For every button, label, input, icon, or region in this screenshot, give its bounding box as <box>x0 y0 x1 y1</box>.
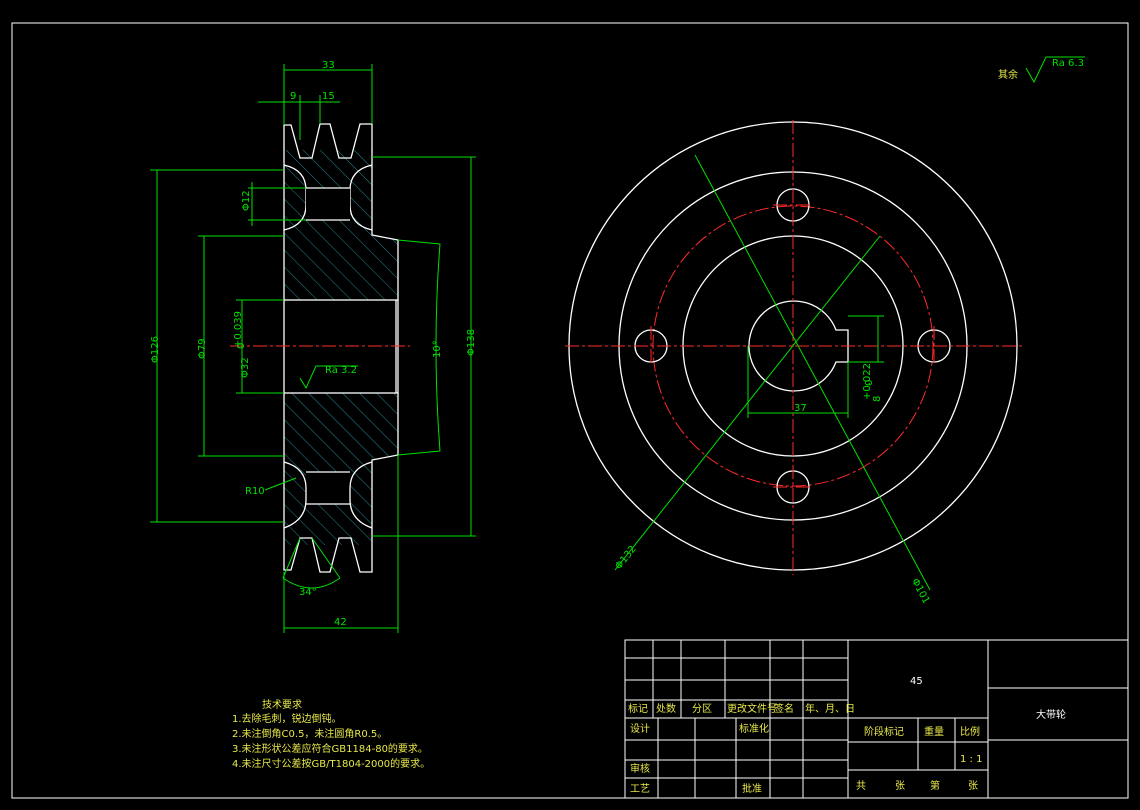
dim-dia-79: Φ79 <box>197 338 208 359</box>
approve-label: 批准 <box>742 782 762 795</box>
roughness-prefix: 其余 <box>998 68 1018 81</box>
dim-dia-132: Φ132 <box>613 544 638 572</box>
dim-dia-101: Φ101 <box>909 577 931 606</box>
dim-groove-9: 9 <box>290 91 296 102</box>
weight-label: 重量 <box>924 725 944 738</box>
section-view: 33 9 15 Φ12 Φ126 Φ79 Φ32 +0.039 0 Ra 3.2 <box>150 60 477 633</box>
section-hatch-upper <box>284 150 398 300</box>
rev-header-zone: 分区 <box>692 703 712 715</box>
rev-header-date: 年、月、日 <box>805 702 855 715</box>
sheet-no-label: 第 <box>930 779 940 792</box>
standardization-label: 标准化 <box>739 722 769 735</box>
dim-dia-126: Φ126 <box>150 336 161 363</box>
dim-keyway-37: 37 <box>794 403 807 414</box>
sheet-unit-label: 张 <box>895 780 905 792</box>
roughness-bore: Ra 3.2 <box>325 365 357 376</box>
tech-item-3: 3.未注形状公差应符合GB1184-80的要求。 <box>232 742 428 755</box>
process-label: 工艺 <box>630 783 650 795</box>
drawing-border <box>11 22 1129 799</box>
dim-angle-10: 10° <box>432 340 443 358</box>
part-name: 大带轮 <box>1036 708 1066 721</box>
dim-angle-34: 34° <box>299 587 317 598</box>
tech-item-2: 2.未注倒角C0.5，未注圆角R0.5。 <box>232 727 387 740</box>
roughness-value: Ra 6.3 <box>1052 58 1084 69</box>
dim-width-42: 42 <box>334 617 347 628</box>
rev-header-sign: 签名 <box>774 702 794 715</box>
scale-label: 比例 <box>960 725 980 738</box>
sheet-unit2-label: 张 <box>968 780 978 792</box>
material-value: 45 <box>910 676 923 687</box>
dim-width-33: 33 <box>322 60 335 71</box>
rev-header-mark: 标记 <box>628 703 648 715</box>
tech-item-1: 1.去除毛刺，锐边倒钝。 <box>232 712 342 725</box>
dim-dia-138: Φ138 <box>466 329 477 356</box>
technical-requirements: 技术要求 1.去除毛刺，锐边倒钝。 2.未注倒角C0.5，未注圆角R0.5。 3… <box>232 698 430 770</box>
tech-title: 技术要求 <box>262 698 302 711</box>
dim-radius-10: R10 <box>245 486 265 497</box>
front-view: Φ132 Φ101 8 +0.022 0 37 <box>565 120 1025 606</box>
title-block: 标记 处数 分区 更改文件号 签名 年、月、日 设计 标准化 审核 工艺 批准 … <box>624 639 1129 799</box>
stage-mark-label: 阶段标记 <box>864 725 904 738</box>
dim-bore-32: Φ32 <box>240 357 251 378</box>
dim-keyway-8: 8 <box>872 396 883 402</box>
section-hatch-lower <box>284 393 398 545</box>
rev-header-count: 处数 <box>656 702 676 715</box>
keyway-tol-low: 0 <box>864 380 875 386</box>
bore-tol-up: +0.039 <box>233 311 244 348</box>
rev-header-docno: 更改文件号 <box>727 702 777 715</box>
dim-hole-12: Φ12 <box>241 190 252 211</box>
design-label: 设计 <box>630 722 650 735</box>
general-roughness-note: 其余 Ra 6.3 <box>998 56 1085 84</box>
drawing-canvas: 其余 Ra 6.3 33 9 15 Φ12 Φ126 Φ79 Φ32 +0.03… <box>11 22 1129 799</box>
tech-item-4: 4.未注尺寸公差按GB/T1804-2000的要求。 <box>232 757 430 770</box>
sheet-total-label: 共 <box>856 780 866 792</box>
check-label: 审核 <box>630 762 650 775</box>
scale-value: 1 : 1 <box>960 754 982 765</box>
dim-groove-15: 15 <box>322 91 335 102</box>
bore-tol-low: 0 <box>236 343 247 349</box>
